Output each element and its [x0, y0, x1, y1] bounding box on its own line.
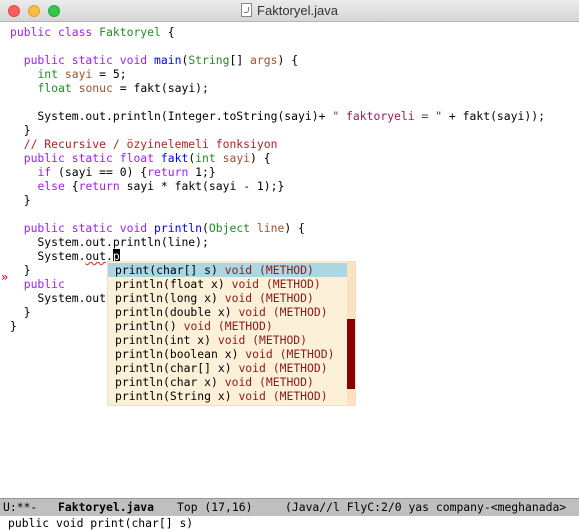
- title-bar: Faktoryel.java: [0, 0, 579, 22]
- mode-line: U:**- Faktoryel.java Top (17,16) (Java//…: [0, 498, 579, 516]
- code-line-12: else {return sayi * fakt(sayi - 1);}: [37, 179, 285, 193]
- completion-scrollbar[interactable]: [347, 262, 355, 405]
- cursor-position: Top (17,16): [177, 500, 253, 514]
- code-comment-line: // Recursive / özyinelemeli fonksiyon: [10, 137, 278, 151]
- code-line-21: }: [10, 305, 31, 319]
- completion-item[interactable]: println(String x) void (METHOD): [108, 389, 347, 403]
- window-title-group: Faktoryel.java: [0, 3, 579, 18]
- completion-item[interactable]: println(boolean x) void (METHOD): [108, 347, 347, 361]
- code-line-20: System.out: [10, 291, 107, 305]
- code-line-22: }: [10, 319, 17, 333]
- completion-scrollbar-thumb[interactable]: [347, 319, 355, 389]
- echo-area: public void print(char[] s): [8, 516, 194, 530]
- completion-item[interactable]: println() void (METHOD): [108, 319, 347, 333]
- code-line-10: public static float fakt(int sayi) {: [10, 151, 271, 165]
- completion-item[interactable]: println(double x) void (METHOD): [108, 305, 347, 319]
- completion-item[interactable]: println(char x) void (METHOD): [108, 375, 347, 389]
- code-line-18: }: [10, 263, 31, 277]
- code-line-1: public class Faktoryel {: [10, 25, 175, 39]
- buffer-name[interactable]: Faktoryel.java: [58, 499, 154, 515]
- java-file-icon: [241, 3, 253, 17]
- completion-item[interactable]: print(char[] s) void (METHOD): [108, 263, 347, 277]
- code-line-3: public static void main(String[] args) {: [10, 53, 299, 67]
- code-editor[interactable]: public class Faktoryel { public static v…: [0, 22, 579, 498]
- code-line-13: }: [10, 193, 31, 207]
- code-line-4: int sayi = 5;: [37, 67, 127, 81]
- code-line-19: public: [10, 277, 65, 291]
- code-line-7: System.out.println(Integer.toString(sayi…: [10, 109, 545, 123]
- code-line-5: float sonuc = fakt(sayi);: [37, 81, 209, 95]
- code-line-17-current: System.out.p: [10, 249, 120, 263]
- code-line-8: }: [10, 123, 31, 137]
- completion-item[interactable]: println(int x) void (METHOD): [108, 333, 347, 347]
- completion-item[interactable]: println(float x) void (METHOD): [108, 277, 347, 291]
- completion-popup[interactable]: print(char[] s) void (METHOD) println(fl…: [108, 262, 355, 405]
- code-line-15: public static void println(Object line) …: [10, 221, 305, 235]
- error-underline: out: [85, 249, 107, 263]
- code-line-16: System.out.println(line);: [10, 235, 209, 249]
- flycheck-error-marker: »: [1, 270, 9, 284]
- completion-item[interactable]: println(char[] x) void (METHOD): [108, 361, 347, 375]
- code-line-11: if (sayi == 0) {return 1;}: [37, 165, 216, 179]
- buffer-status: U:**-: [3, 500, 38, 514]
- major-minor-modes[interactable]: (Java//l FlyC:2/0 yas company-<meghanada…: [285, 499, 566, 515]
- window-title: Faktoryel.java: [257, 3, 338, 18]
- text-cursor: p: [112, 249, 120, 263]
- completion-item[interactable]: println(long x) void (METHOD): [108, 291, 347, 305]
